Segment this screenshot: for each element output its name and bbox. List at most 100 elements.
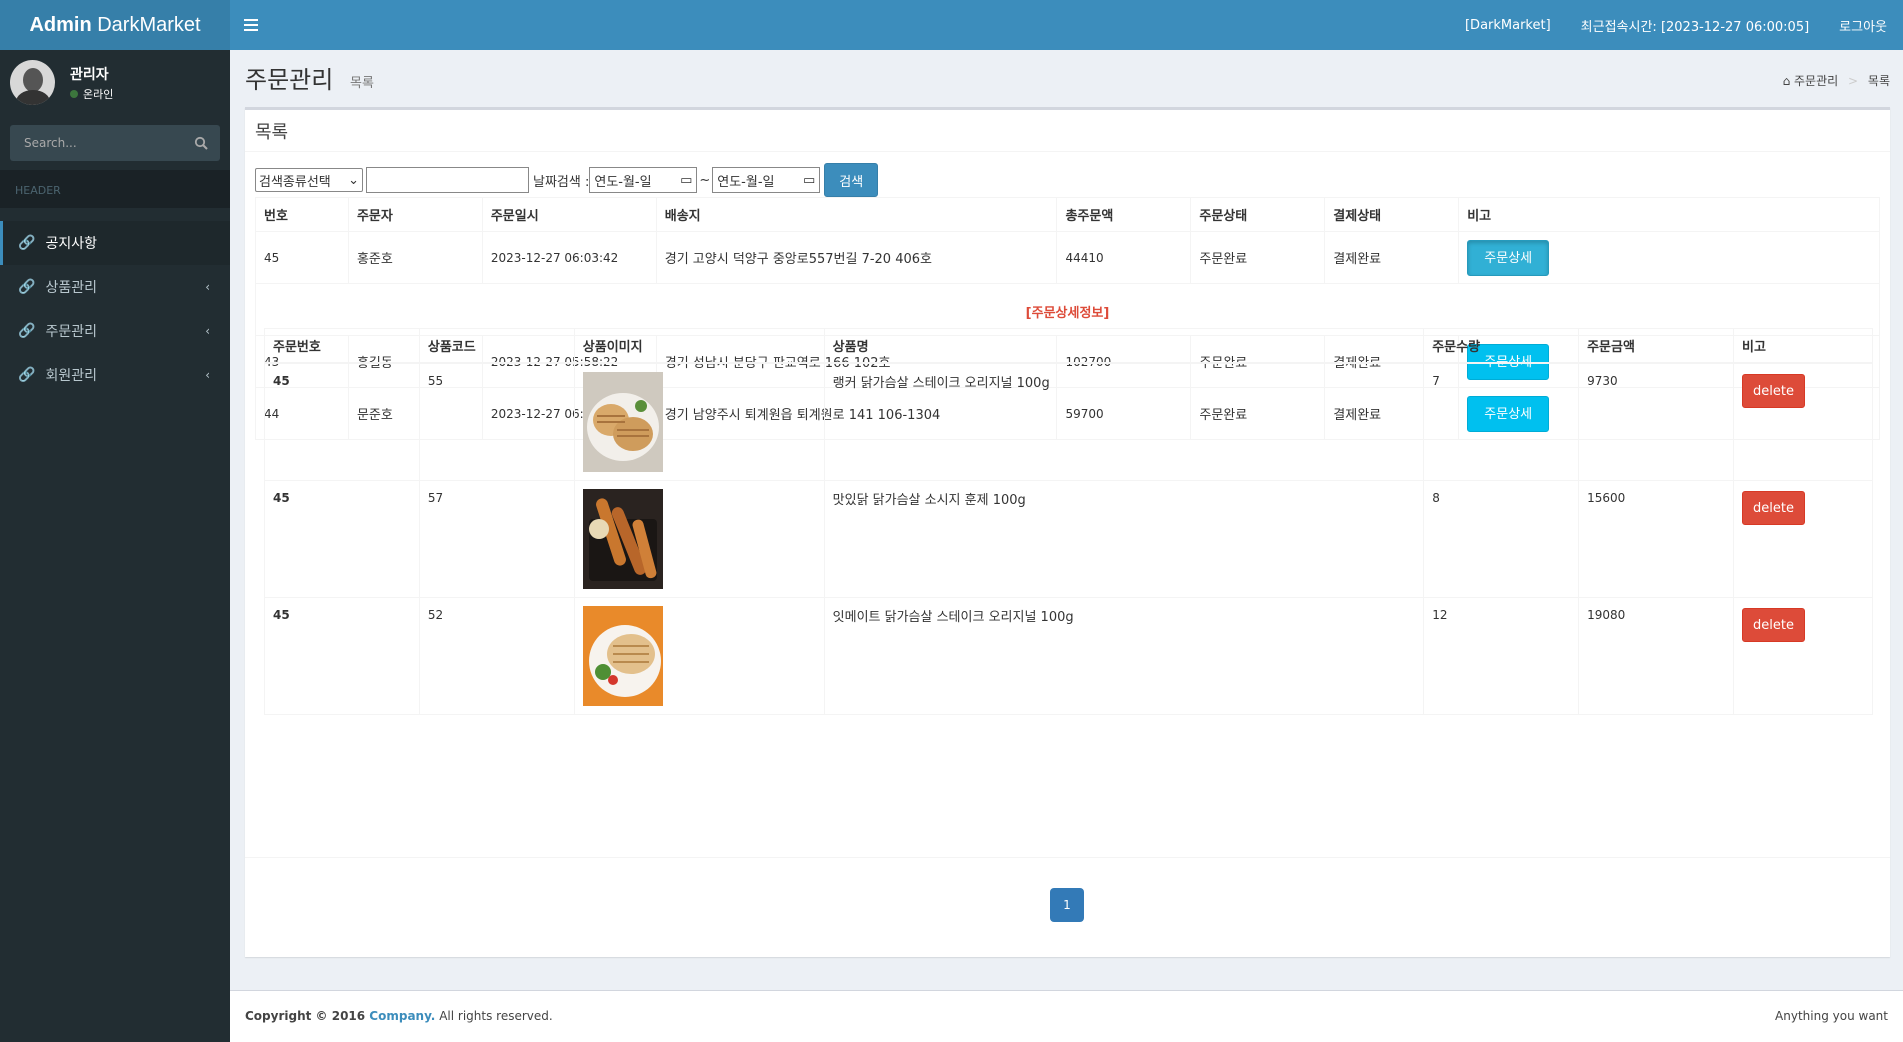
user-name: 관리자 <box>70 67 109 83</box>
link-icon: 🔗 <box>18 235 36 251</box>
last-login-time: 최근접속시간: [2023-12-27 06:00:05] <box>1580 19 1810 35</box>
column-header: 주문금액 <box>1578 328 1734 364</box>
content-header: 주문관리 목록 ⌂ 주문관리 > 목록 <box>245 60 1890 100</box>
copyright: Copyright © 2016 Company. All rights res… <box>245 1009 553 1023</box>
date-search-label: 날짜검색 : <box>533 174 590 190</box>
app-logo[interactable]: Admin DarkMarket <box>0 0 230 50</box>
item-order-no: 45 <box>264 479 420 598</box>
order-detail-row: [주문상세정보] 주문번호 상품코드 상품이미지 상품명 주문수량 주문금액 비… <box>255 283 1880 715</box>
company-link[interactable]: Company. <box>369 1009 435 1023</box>
column-header: 총주문액 <box>1056 197 1192 232</box>
box-title: 목록 <box>255 122 289 143</box>
dashboard-icon: ⌂ <box>1782 74 1791 88</box>
link-icon: 🔗 <box>18 323 36 339</box>
column-header: 상품코드 <box>418 328 575 364</box>
page-title: 주문관리 <box>245 66 334 94</box>
column-header: 주문일시 <box>481 197 657 232</box>
avatar <box>10 60 55 105</box>
sidebar-item-products[interactable]: 🔗 상품관리 ‹ <box>0 265 230 309</box>
product-image <box>582 488 663 589</box>
breadcrumb-item[interactable]: 주문관리 <box>1794 74 1838 88</box>
table-header-row: 주문번호 상품코드 상품이미지 상품명 주문수량 주문금액 비고 <box>264 328 1873 364</box>
item-order-no: 45 <box>264 596 420 715</box>
order-status: 주문완료 <box>1190 231 1326 284</box>
order-list-box: 목록 검색종류선택 ⌄ 날짜검색 : 연도-월-일 ▭ ~ 연도-월-일 ▭ 검색 번… <box>245 107 1890 957</box>
item-amount: 9730 <box>1578 362 1734 481</box>
top-navbar: Admin DarkMarket [DarkMarket] 최근접속시간: [2… <box>0 0 1903 50</box>
delete-button[interactable]: delete <box>1742 373 1805 408</box>
product-image <box>582 605 663 706</box>
order-name: 홍준호 <box>347 231 483 284</box>
search-icon[interactable] <box>194 136 208 150</box>
breadcrumb: ⌂ 주문관리 > 목록 <box>1782 74 1890 88</box>
date-from-input[interactable]: 연도-월-일 ▭ <box>589 167 698 193</box>
sidebar-section-header: HEADER <box>0 170 230 208</box>
sidebar-search-input[interactable]: Search... <box>10 125 220 161</box>
footer-right-text: Anything you want <box>1775 1009 1888 1023</box>
top-nav-links: [DarkMarket] 최근접속시간: [2023-12-27 06:00:0… <box>1465 0 1887 50</box>
delete-button[interactable]: delete <box>1742 490 1805 525</box>
table-row: 45 57 맛있닭 닭가슴살 소시지 훈제 100g 8 15600 delet… <box>264 479 1873 598</box>
link-icon: 🔗 <box>18 279 36 295</box>
item-qty: 12 <box>1423 596 1580 715</box>
breadcrumb-item: 목록 <box>1867 74 1890 88</box>
search-button[interactable]: 검색 <box>824 163 879 197</box>
column-header: 주문번호 <box>264 328 420 364</box>
item-code: 52 <box>418 596 575 715</box>
sidebar-item-notice[interactable]: 🔗 공지사항 <box>0 221 230 265</box>
item-code: 55 <box>418 362 575 481</box>
column-header: 번호 <box>255 197 349 232</box>
user-status: 온라인 <box>70 86 113 102</box>
footer: Copyright © 2016 Company. All rights res… <box>230 990 1903 1042</box>
column-header: 주문수량 <box>1423 328 1580 364</box>
item-qty: 7 <box>1423 362 1580 481</box>
item-name: 랭커 닭가슴살 스테이크 오리지널 100g <box>823 362 1425 481</box>
logout-link[interactable]: 로그아웃 <box>1839 16 1887 35</box>
site-tag: [DarkMarket] <box>1464 17 1551 33</box>
sidebar: 관리자 온라인 Search... HEADER 🔗 공지사항 🔗 상품관리 ‹ 🔗 주… <box>0 50 230 1042</box>
search-filters: 검색종류선택 ⌄ 날짜검색 : 연도-월-일 ▭ ~ 연도-월-일 ▭ 검색 <box>255 163 879 197</box>
chevron-down-icon: ⌄ <box>348 172 359 188</box>
date-to-input[interactable]: 연도-월-일 ▭ <box>712 167 821 193</box>
sidebar-item-orders[interactable]: 🔗 주문관리 ‹ <box>0 309 230 353</box>
column-header: 결제상태 <box>1324 197 1460 232</box>
item-code: 57 <box>418 479 575 598</box>
delete-button[interactable]: delete <box>1742 607 1805 642</box>
calendar-icon[interactable]: ▭ <box>803 173 815 188</box>
table-row: 45 홍준호 2023-12-27 06:03:42 경기 고양시 덕양구 중앙… <box>255 231 1880 284</box>
detail-title: [주문상세정보] <box>1025 306 1110 321</box>
column-header: 상품명 <box>823 328 1425 364</box>
column-header: 상품이미지 <box>573 328 825 364</box>
search-type-select[interactable]: 검색종류선택 ⌄ <box>255 168 363 192</box>
column-header: 비고 <box>1733 328 1873 364</box>
sidebar-item-members[interactable]: 🔗 회원관리 ‹ <box>0 353 230 397</box>
item-qty: 8 <box>1423 479 1580 598</box>
order-address: 경기 고양시 덕양구 중앙로557번길 7-20 406호 <box>655 231 1058 284</box>
chevron-left-icon: ‹ <box>205 368 210 382</box>
order-total: 44410 <box>1056 231 1192 284</box>
online-dot-icon <box>70 90 78 98</box>
link-icon: 🔗 <box>18 367 36 383</box>
column-header: 비고 <box>1458 197 1880 232</box>
calendar-icon[interactable]: ▭ <box>680 173 692 188</box>
sidebar-toggle-icon[interactable] <box>244 16 258 34</box>
item-order-no: 45 <box>264 362 420 481</box>
table-row: 45 52 잇메이트 닭가슴살 스테이크 오리지널 100g 12 19080 … <box>264 596 1873 715</box>
chevron-left-icon: ‹ <box>205 324 210 338</box>
item-amount: 19080 <box>1578 596 1734 715</box>
order-detail-button[interactable]: 주문상세 <box>1467 239 1550 276</box>
product-image <box>582 371 663 472</box>
item-name: 맛있닭 닭가슴살 소시지 훈제 100g <box>823 479 1425 598</box>
order-date: 2023-12-27 06:03:42 <box>481 231 657 284</box>
order-items-table: 주문번호 상품코드 상품이미지 상품명 주문수량 주문금액 비고 45 55 랭… <box>264 328 1873 715</box>
column-header: 주문상태 <box>1190 197 1326 232</box>
column-header: 배송지 <box>655 197 1058 232</box>
table-row: 45 55 랭커 닭가슴살 스테이크 오리지널 100g 7 9730 dele… <box>264 362 1873 481</box>
search-keyword-input[interactable] <box>366 167 529 193</box>
table-header-row: 번호 주문자 주문일시 배송지 총주문액 주문상태 결제상태 비고 <box>255 197 1880 232</box>
item-name: 잇메이트 닭가슴살 스테이크 오리지널 100g <box>823 596 1425 715</box>
column-header: 주문자 <box>347 197 483 232</box>
pagination-page-1[interactable]: 1 <box>1050 888 1084 922</box>
chevron-left-icon: ‹ <box>205 280 210 294</box>
order-no: 45 <box>255 231 349 284</box>
